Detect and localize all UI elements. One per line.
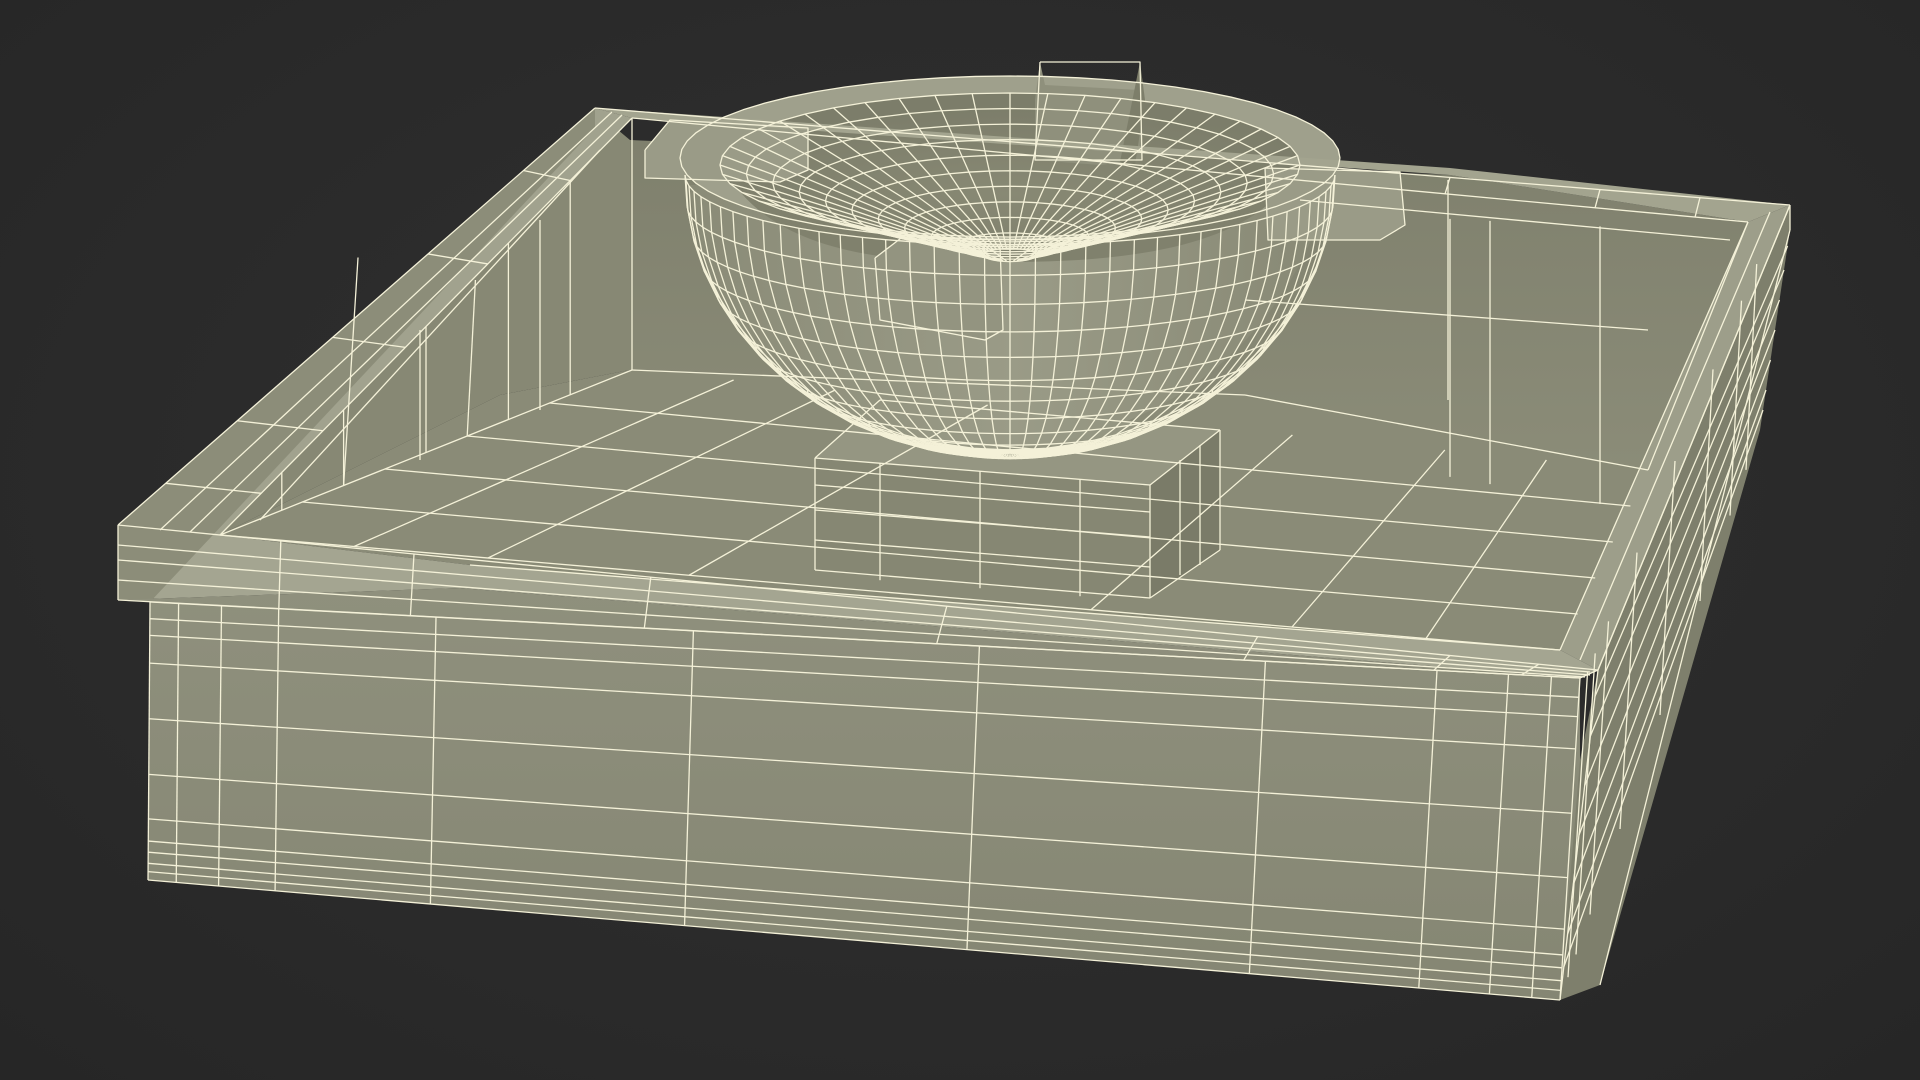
wireframe-model-render: [117, 61, 1791, 1001]
3d-viewport[interactable]: [0, 0, 1920, 1080]
